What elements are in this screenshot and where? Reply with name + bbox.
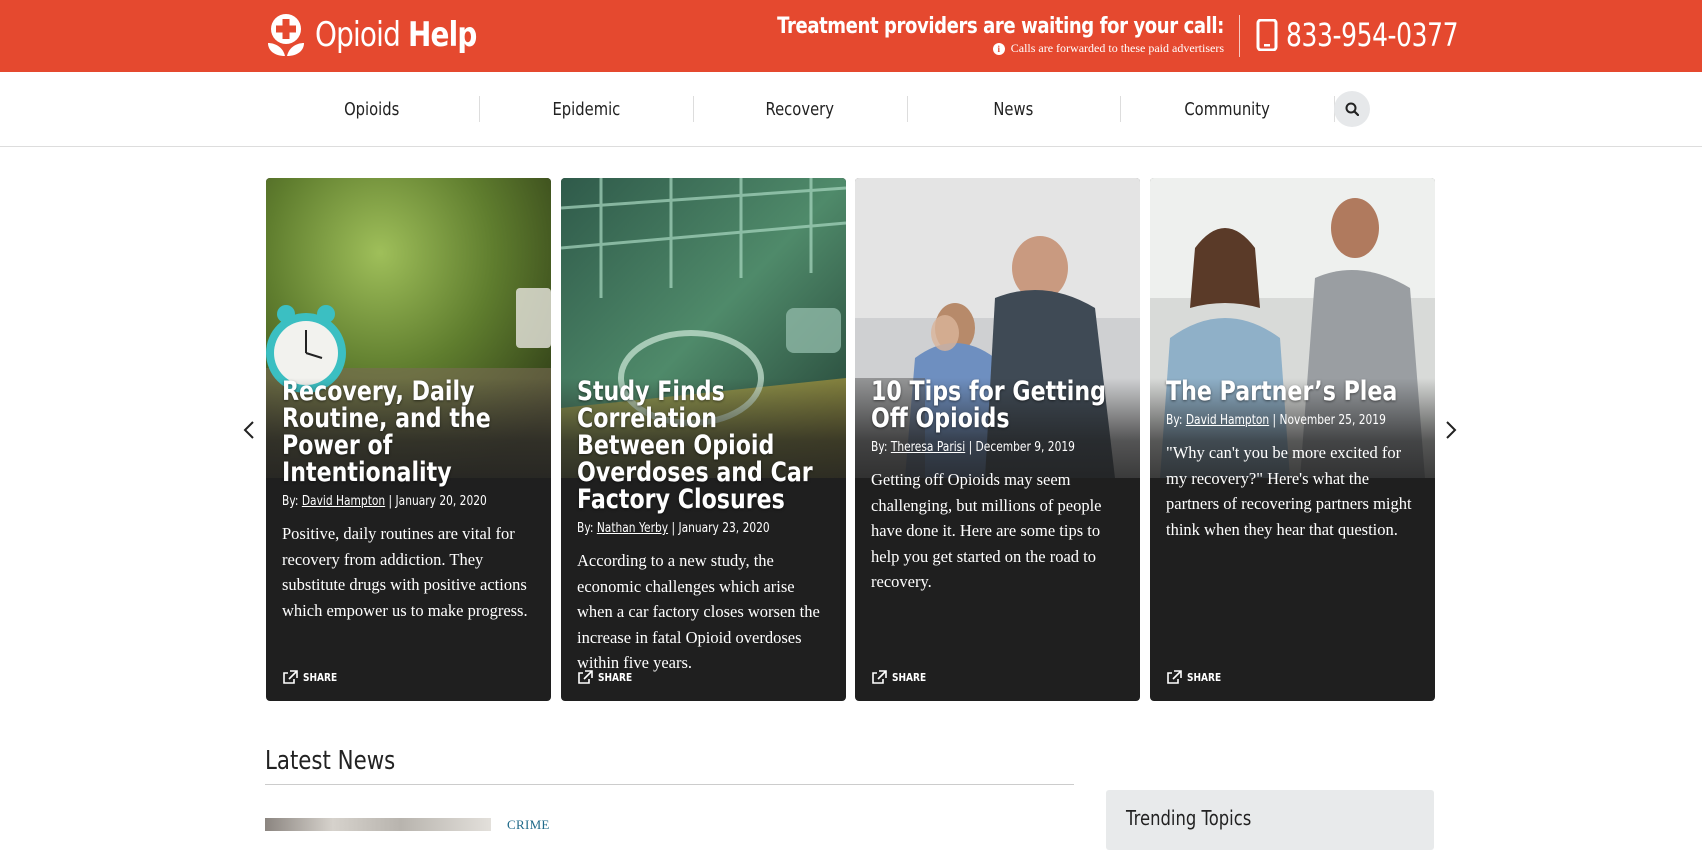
carousel-prev-button[interactable] [239,418,259,442]
article-card[interactable]: 10 Tips for Getting Off Opioids By: Ther… [855,178,1140,701]
main-nav: Opioids Epidemic Recovery News Community [0,72,1702,147]
card-excerpt: According to a new study, the economic c… [577,551,820,673]
phone-number: 833-954-0377 [1286,16,1459,54]
chevron-right-icon [1446,421,1457,439]
card-body: Recovery, Daily Routine, and the Power o… [282,378,537,623]
nav-item-epidemic[interactable]: Epidemic [479,72,693,146]
callout-title: Treatment providers are waiting for your… [777,14,1224,39]
phone-icon [1256,18,1278,52]
nav-item-news[interactable]: News [907,72,1120,146]
nav-label: Community [1184,98,1270,120]
card-title[interactable]: Study Finds Correlation Between Opioid O… [577,378,832,513]
carousel-next-button[interactable] [1441,418,1461,442]
nav-label: News [993,98,1034,120]
site-logo[interactable]: Opioid Help [265,13,512,57]
byline-prefix: By: [1166,413,1183,428]
logo-text-light: Opioid [315,15,401,55]
nav-item-recovery[interactable]: Recovery [693,72,907,146]
trending-topics-heading: Trending Topics [1126,806,1252,830]
card-byline: By: Nathan Yerby | January 23, 2020 [577,521,786,536]
header-divider [1239,15,1240,57]
article-card[interactable]: Study Finds Correlation Between Opioid O… [561,178,846,701]
card-byline: By: David Hampton | January 20, 2020 [282,494,491,509]
author-link[interactable]: David Hampton [302,494,385,509]
card-excerpt: Getting off Opioids may seem challenging… [871,470,1102,592]
share-icon [578,670,593,684]
logo-text-bold: Help [408,15,477,55]
call-callout: Treatment providers are waiting for your… [679,14,1224,56]
trending-topics-panel: Trending Topics [1106,790,1434,850]
author-link[interactable]: Theresa Parisi [891,440,965,455]
card-byline: By: David Hampton | November 25, 2019 [1166,413,1386,428]
share-icon [1167,670,1182,684]
latest-news-divider [265,784,1074,785]
nav-item-community[interactable]: Community [1120,72,1334,146]
card-date: | December 9, 2019 [968,440,1075,455]
chevron-left-icon [243,421,254,439]
phone-link[interactable]: 833-954-0377 [1256,16,1507,54]
byline-prefix: By: [282,494,299,509]
byline-prefix: By: [577,521,594,536]
search-icon [1345,102,1359,116]
card-title[interactable]: The Partner’s Plea [1166,378,1421,405]
author-link[interactable]: Nathan Yerby [597,521,668,536]
share-button[interactable]: SHARE [282,670,345,685]
card-date: | January 20, 2020 [388,494,487,509]
share-label: SHARE [303,671,338,684]
nav-label: Opioids [344,98,400,120]
card-date: | January 23, 2020 [671,521,770,536]
top-bar: Opioid Help Treatment providers are wait… [0,0,1702,72]
share-button[interactable]: SHARE [871,670,934,685]
card-excerpt: Positive, daily routines are vital for r… [282,524,528,620]
share-button[interactable]: SHARE [1166,670,1229,685]
card-byline: By: Theresa Parisi | December 9, 2019 [871,440,1080,455]
card-date: | November 25, 2019 [1272,413,1386,428]
share-label: SHARE [598,671,633,684]
card-excerpt: "Why can't you be more excited for my re… [1166,443,1412,539]
share-icon [872,670,887,684]
share-label: SHARE [1187,671,1222,684]
search-button[interactable] [1334,91,1370,127]
share-label: SHARE [892,671,927,684]
byline-prefix: By: [871,440,888,455]
nav-label: Recovery [765,98,835,120]
callout-subtitle: i Calls are forwarded to these paid adve… [679,41,1224,56]
card-title[interactable]: Recovery, Daily Routine, and the Power o… [282,378,537,486]
news-thumbnail[interactable] [265,818,491,831]
nav-item-opioids[interactable]: Opioids [265,72,479,146]
article-card[interactable]: Recovery, Daily Routine, and the Power o… [266,178,551,701]
logo-icon [265,13,307,57]
share-button[interactable]: SHARE [577,670,640,685]
nav-label: Epidemic [552,98,620,120]
info-icon[interactable]: i [992,42,1005,55]
logo-wordmark: Opioid Help [315,15,477,55]
latest-news-heading: Latest News [265,746,396,776]
article-card[interactable]: The Partner’s Plea By: David Hampton | N… [1150,178,1435,701]
card-title[interactable]: 10 Tips for Getting Off Opioids [871,378,1126,432]
callout-subtitle-text: Calls are forwarded to these paid advert… [1010,41,1224,55]
author-link[interactable]: David Hampton [1186,413,1269,428]
card-body: Study Finds Correlation Between Opioid O… [577,378,832,676]
share-icon [283,670,298,684]
card-body: 10 Tips for Getting Off Opioids By: Ther… [871,378,1126,595]
card-body: The Partner’s Plea By: David Hampton | N… [1166,378,1421,542]
